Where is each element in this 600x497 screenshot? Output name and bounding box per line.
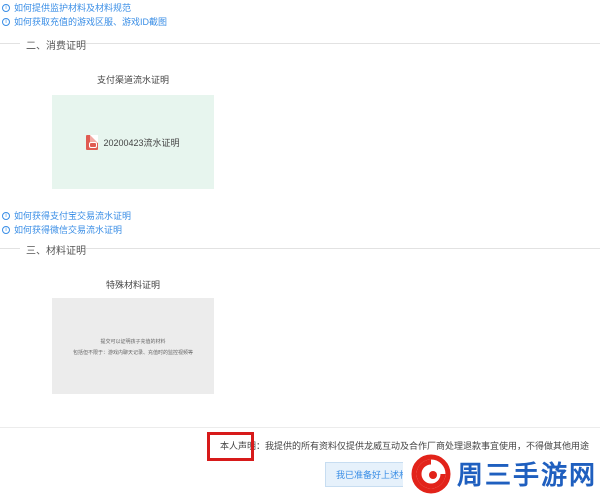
card-hint-line2: 包括但不限于：游戏内聊天记录、充值时的监控视频等 <box>72 350 193 356</box>
card-title-payment-flow: 支付渠道流水证明 <box>96 75 169 85</box>
link-alipay-flow[interactable]: i 如何获得支付宝交易流水证明 <box>2 209 131 222</box>
footer-divider <box>0 427 600 428</box>
divider <box>86 43 600 44</box>
link-game-server-screenshot[interactable]: i 如何获取充值的游戏区服、游戏ID截图 <box>2 15 167 28</box>
divider <box>86 248 600 249</box>
card-title-special-material: 特殊材料证明 <box>105 280 160 290</box>
link-label: 如何获得支付宝交易流水证明 <box>14 211 132 221</box>
section-title: 三、材料证明 <box>26 246 86 257</box>
ready-materials-button[interactable]: 我已准备好上述材料 <box>325 462 413 487</box>
link-label: 如何提供监护材料及材料规范 <box>14 3 132 13</box>
link-label: 如何获取充值的游戏区服、游戏ID截图 <box>14 17 168 27</box>
section-consumption-proof: 二、消费证明 <box>0 37 600 52</box>
section-title: 二、消费证明 <box>26 41 86 52</box>
section-material-proof: 三、材料证明 <box>0 242 600 257</box>
link-label: 如何获得微信交易流水证明 <box>14 225 123 235</box>
watermark-logo-icon <box>411 454 451 493</box>
info-icon: i <box>2 225 10 234</box>
card-hint-line1: 提交可以证明孩子充值的材料 <box>100 339 166 345</box>
uploaded-file-name: 20200423流水证明 <box>103 137 180 148</box>
link-guardian-material-spec[interactable]: i 如何提供监护材料及材料规范 <box>2 1 131 14</box>
payment-flow-upload-card[interactable]: 20200423流水证明 <box>52 95 214 189</box>
watermark-logo: 周三手游网 <box>403 450 600 497</box>
highlight-box <box>207 432 254 461</box>
pdf-file-icon <box>86 134 99 150</box>
watermark-text: 周三手游网 <box>457 461 598 491</box>
info-icon: i <box>2 3 10 12</box>
divider <box>0 43 20 44</box>
link-wechat-flow[interactable]: i 如何获得微信交易流水证明 <box>2 223 122 236</box>
divider <box>0 248 20 249</box>
special-material-upload-card[interactable]: 提交可以证明孩子充值的材料 包括但不限于：游戏内聊天记录、充值时的监控视频等 <box>52 298 214 394</box>
info-icon: i <box>2 211 10 220</box>
info-icon: i <box>2 17 10 26</box>
